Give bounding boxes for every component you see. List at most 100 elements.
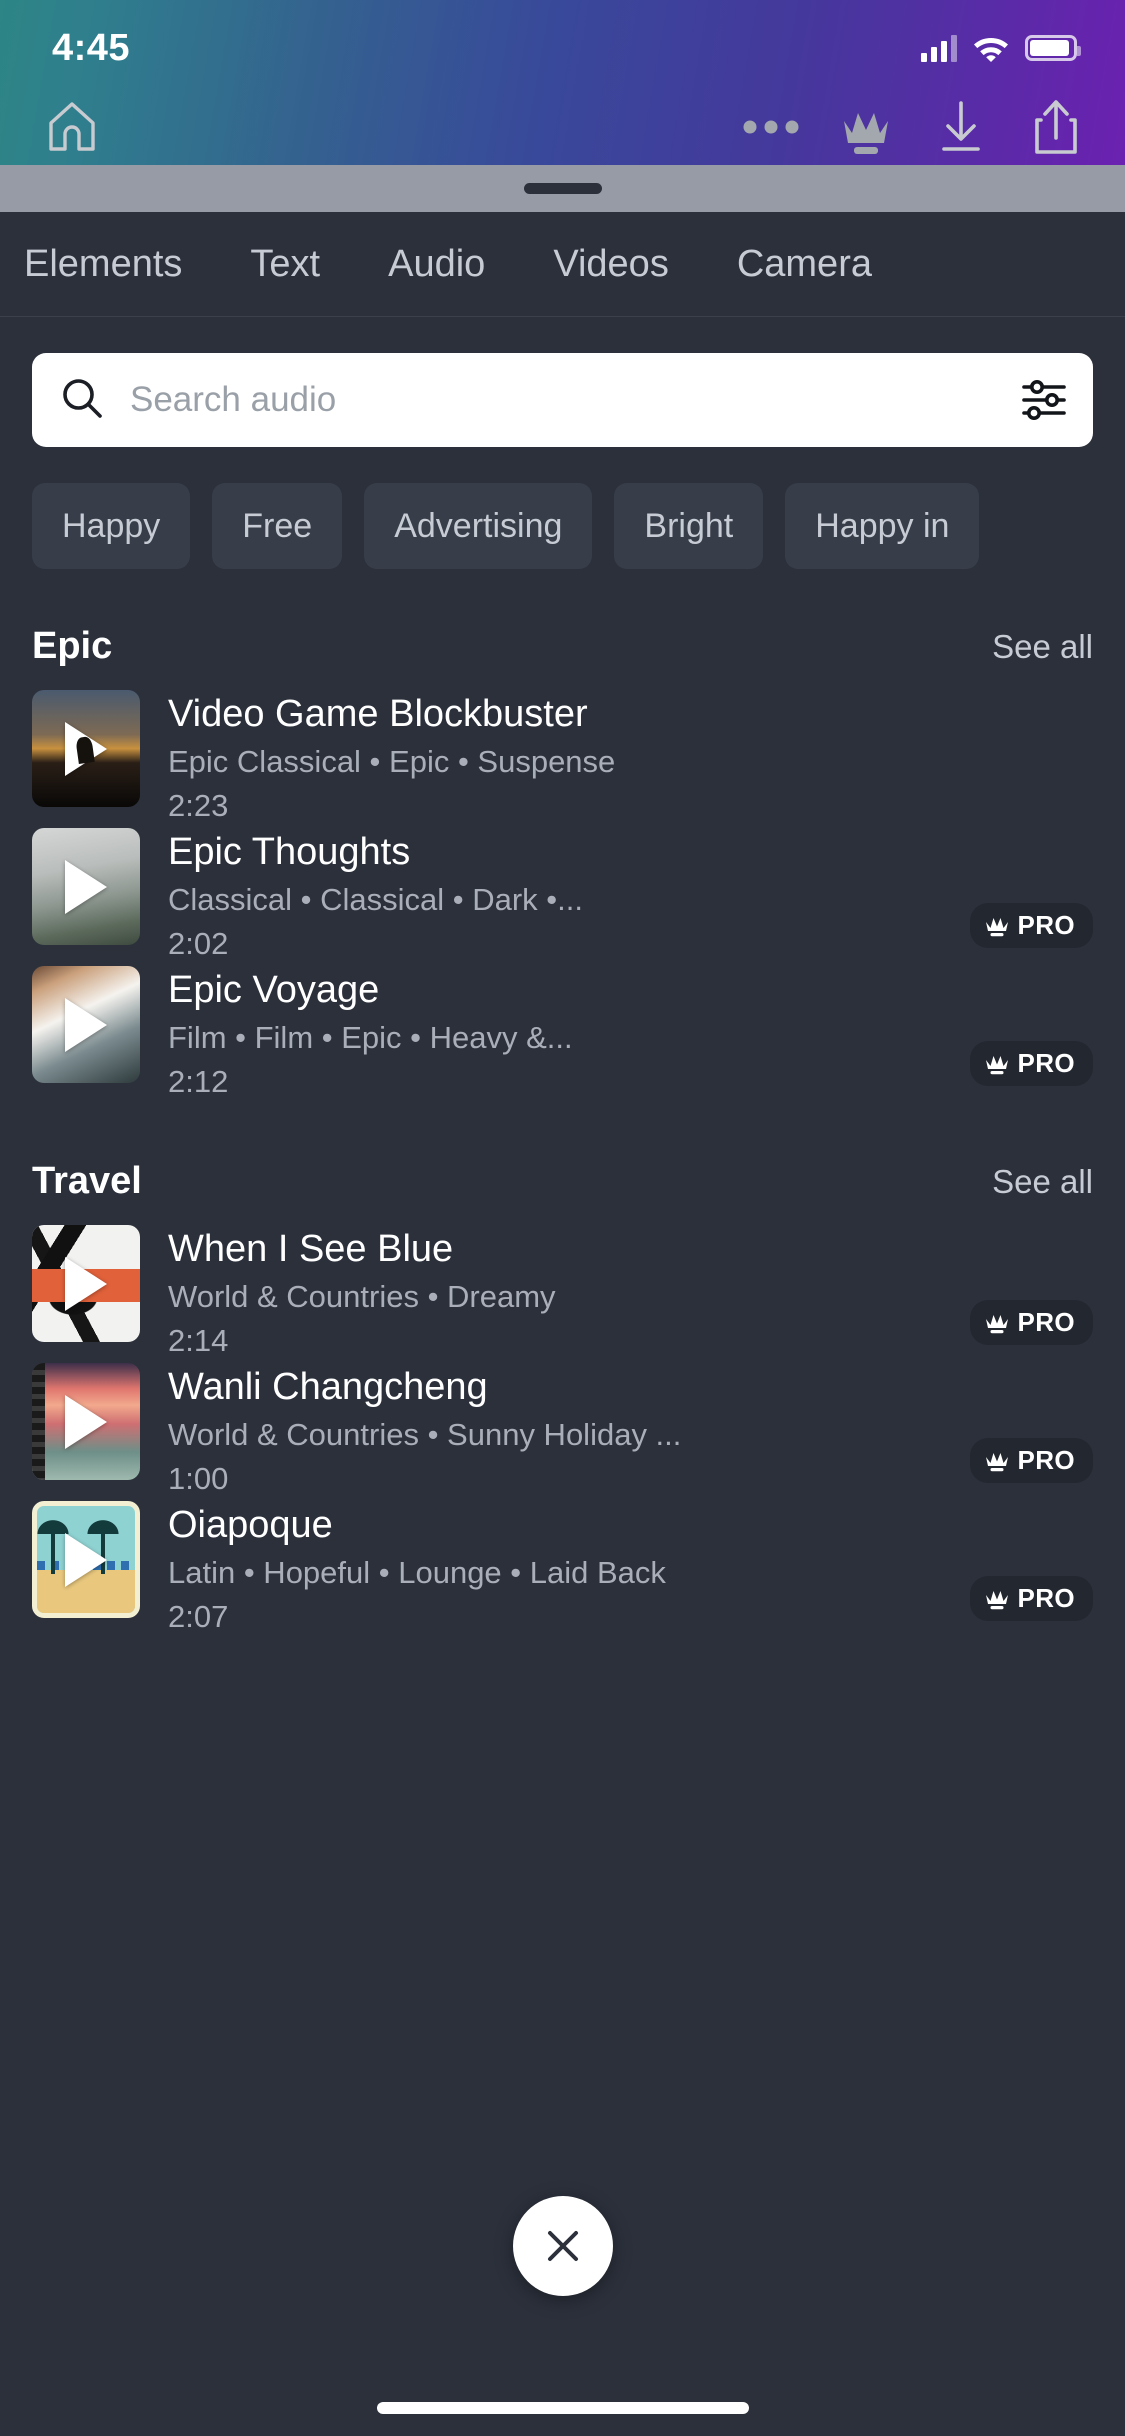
track-list-epic: Video Game Blockbuster Epic Classical • … xyxy=(0,690,1125,1104)
play-icon[interactable] xyxy=(65,997,107,1052)
track-duration: 2:14 xyxy=(168,1322,229,1358)
track-artwork[interactable] xyxy=(32,1225,140,1342)
track-tags: Latin • Hopeful • Lounge • Laid Back xyxy=(168,1554,666,1590)
pro-badge-label: PRO xyxy=(1017,1583,1075,1613)
tab-audio[interactable]: Audio xyxy=(354,245,519,283)
status-time: 4:45 xyxy=(52,26,131,69)
track-row[interactable]: Epic Voyage Film • Film • Epic • Heavy &… xyxy=(0,966,1125,1104)
pro-badge-label: PRO xyxy=(1017,1445,1075,1475)
home-indicator xyxy=(376,2402,749,2414)
cellular-signal-icon xyxy=(921,34,957,62)
tab-camera[interactable]: Camera xyxy=(703,245,906,283)
filter-sliders-icon[interactable] xyxy=(1021,379,1067,421)
close-button[interactable] xyxy=(512,2196,613,2296)
crown-icon xyxy=(986,1314,1009,1333)
track-artwork[interactable] xyxy=(32,1363,140,1480)
track-row[interactable]: Oiapoque Latin • Hopeful • Lounge • Laid… xyxy=(0,1501,1125,1639)
media-picker-sheet: Elements Text Audio Videos Camera Search… xyxy=(0,212,1125,2436)
more-options-icon[interactable] xyxy=(723,88,818,165)
pro-badge: PRO xyxy=(970,903,1093,948)
track-meta: Wanli Changcheng World & Countries • Sun… xyxy=(168,1363,1093,1497)
tab-text[interactable]: Text xyxy=(216,245,354,283)
chip-bright[interactable]: Bright xyxy=(614,483,764,569)
chip-advertising[interactable]: Advertising xyxy=(364,483,593,569)
crown-icon xyxy=(986,1452,1009,1471)
track-tags: Film • Film • Epic • Heavy &... xyxy=(168,1019,573,1055)
wifi-icon xyxy=(973,35,1009,62)
section-header-epic: Epic See all xyxy=(0,625,1125,668)
track-tags: World & Countries • Sunny Holiday ... xyxy=(168,1416,682,1452)
crown-icon xyxy=(986,1590,1009,1609)
section-header-travel: Travel See all xyxy=(0,1160,1125,1203)
track-artwork[interactable] xyxy=(32,690,140,807)
chip-happy-in[interactable]: Happy in xyxy=(785,483,980,569)
track-tags: Epic Classical • Epic • Suspense xyxy=(168,743,616,779)
status-icons-group xyxy=(921,34,1081,62)
track-meta: Video Game Blockbuster Epic Classical • … xyxy=(168,690,1093,824)
track-list-travel: When I See Blue World & Countries • Drea… xyxy=(0,1225,1125,1639)
track-title: Video Game Blockbuster xyxy=(168,693,588,735)
app-header: 4:45 xyxy=(0,0,1125,165)
track-row[interactable]: When I See Blue World & Countries • Drea… xyxy=(0,1225,1125,1363)
see-all-travel[interactable]: See all xyxy=(992,1163,1093,1201)
play-icon[interactable] xyxy=(65,1532,107,1587)
pro-badge-label: PRO xyxy=(1017,910,1075,940)
home-button[interactable] xyxy=(0,88,119,165)
track-row[interactable]: Epic Thoughts Classical • Classical • Da… xyxy=(0,828,1125,966)
crown-icon xyxy=(986,1055,1009,1074)
track-tags: World & Countries • Dreamy xyxy=(168,1278,556,1314)
chip-happy[interactable]: Happy xyxy=(32,483,191,569)
track-tags: Classical • Classical • Dark •... xyxy=(168,881,583,917)
track-meta: When I See Blue World & Countries • Drea… xyxy=(168,1225,1093,1359)
editor-toolbar xyxy=(0,88,1125,165)
tab-videos[interactable]: Videos xyxy=(519,245,703,283)
crown-icon[interactable] xyxy=(818,88,913,165)
close-x-icon[interactable] xyxy=(541,2224,585,2268)
pro-badge-label: PRO xyxy=(1017,1048,1075,1078)
track-duration: 2:02 xyxy=(168,925,229,961)
pro-badge-label: PRO xyxy=(1017,1307,1075,1337)
track-row[interactable]: Video Game Blockbuster Epic Classical • … xyxy=(0,690,1125,828)
track-title: Epic Voyage xyxy=(168,969,380,1011)
filter-chips: Happy Free Advertising Bright Happy in xyxy=(0,447,1125,569)
track-duration: 2:07 xyxy=(168,1598,229,1634)
pro-badge: PRO xyxy=(970,1438,1093,1483)
track-duration: 1:00 xyxy=(168,1460,229,1496)
track-duration: 2:12 xyxy=(168,1063,229,1099)
pro-badge: PRO xyxy=(970,1576,1093,1621)
search-input[interactable] xyxy=(130,380,1021,420)
play-icon[interactable] xyxy=(65,1394,107,1449)
drag-handle[interactable] xyxy=(523,183,602,194)
share-icon[interactable] xyxy=(1008,88,1103,165)
track-meta: Oiapoque Latin • Hopeful • Lounge • Laid… xyxy=(168,1501,1093,1635)
search-icon xyxy=(60,376,104,425)
play-icon[interactable] xyxy=(65,1256,107,1311)
track-row[interactable]: Wanli Changcheng World & Countries • Sun… xyxy=(0,1363,1125,1501)
track-meta: Epic Thoughts Classical • Classical • Da… xyxy=(168,828,1093,962)
track-artwork[interactable] xyxy=(32,966,140,1083)
tab-elements[interactable]: Elements xyxy=(24,245,216,283)
play-icon[interactable] xyxy=(65,859,107,914)
track-duration: 2:23 xyxy=(168,787,229,823)
search-section xyxy=(0,317,1125,447)
see-all-epic[interactable]: See all xyxy=(992,628,1093,666)
track-artwork[interactable] xyxy=(32,1501,140,1618)
pro-badge: PRO xyxy=(970,1041,1093,1086)
track-title: When I See Blue xyxy=(168,1228,454,1270)
toolbar-actions xyxy=(723,88,1125,165)
sheet-drag-handle-strip[interactable] xyxy=(0,165,1125,212)
status-bar: 4:45 xyxy=(0,0,1125,88)
search-bar[interactable] xyxy=(32,353,1093,447)
chip-free[interactable]: Free xyxy=(212,483,343,569)
track-title: Wanli Changcheng xyxy=(168,1366,488,1408)
artwork-palm xyxy=(37,1518,71,1575)
track-meta: Epic Voyage Film • Film • Epic • Heavy &… xyxy=(168,966,1093,1100)
download-icon[interactable] xyxy=(913,88,1008,165)
battery-icon xyxy=(1025,35,1081,61)
track-artwork[interactable] xyxy=(32,828,140,945)
play-icon[interactable] xyxy=(65,721,107,776)
category-tabs: Elements Text Audio Videos Camera xyxy=(0,212,1125,317)
section-title: Epic xyxy=(32,625,113,667)
home-icon[interactable] xyxy=(24,88,119,165)
crown-icon xyxy=(986,917,1009,936)
